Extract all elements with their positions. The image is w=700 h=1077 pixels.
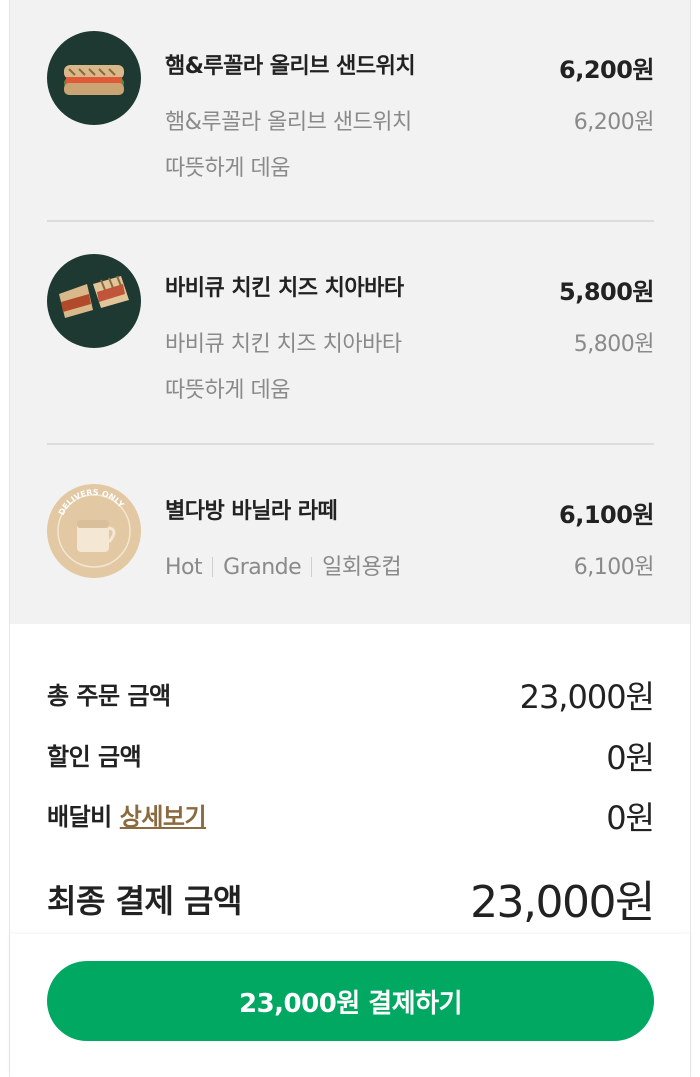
item-option-price: 6,100원 — [573, 555, 655, 580]
delivery-fee-label: 배달비 상세보기 — [47, 803, 207, 831]
total-order-value: 23,000원 — [519, 678, 655, 716]
item-option: 햄&루꼴라 올리브 샌드위치 — [165, 110, 412, 135]
item-name: 바비큐 치킨 치즈 치아바타 — [165, 276, 404, 301]
option-separator — [212, 557, 214, 577]
item-warming-option: 따뜻하게 데움 — [165, 156, 290, 181]
pay-button[interactable]: 23,000원 결제하기 — [47, 961, 654, 1041]
item-option-price: 5,800원 — [573, 332, 655, 357]
item-options: Hot Grande 일회용컵 — [165, 549, 402, 581]
item-name: 별다방 바닐라 라떼 — [165, 499, 338, 524]
option-separator — [311, 557, 313, 577]
discount-row: 할인 금액 0원 — [47, 737, 655, 777]
total-order-row: 총 주문 금액 23,000원 — [47, 676, 655, 716]
payment-summary: 총 주문 금액 23,000원 할인 금액 0원 배달비 상세보기 0원 최종 결… — [10, 624, 690, 934]
item-warming-option: 따뜻하게 데움 — [165, 378, 290, 403]
latte-thumbnail: DELIVERS ONLY — [47, 484, 141, 578]
discount-value: 0원 — [606, 739, 655, 777]
final-payment-value: 23,000원 — [470, 877, 655, 928]
badge-text: DELIVERS ONLY — [57, 488, 126, 517]
discount-label: 할인 금액 — [47, 743, 142, 771]
list-item[interactable]: 바비큐 치킨 치즈 치아바타 5,800원 바비큐 치킨 치즈 치아바타 5,8… — [10, 222, 690, 444]
list-item[interactable]: 햄&루꼴라 올리브 샌드위치 6,200원 햄&루꼴라 올리브 샌드위치 6,2… — [10, 0, 690, 222]
item-price: 5,800원 — [559, 278, 655, 306]
option-cup: 일회용컵 — [322, 555, 402, 580]
delivery-detail-link[interactable]: 상세보기 — [120, 803, 207, 831]
final-payment-row: 최종 결제 금액 23,000원 — [47, 876, 655, 928]
item-price: 6,100원 — [559, 501, 655, 529]
order-screen: 햄&루꼴라 올리브 샌드위치 6,200원 햄&루꼴라 올리브 샌드위치 6,2… — [9, 0, 691, 1077]
sandwich-thumbnail — [47, 31, 141, 125]
option-size: Grande — [223, 555, 302, 580]
final-payment-label: 최종 결제 금액 — [47, 882, 242, 920]
delivery-fee-value: 0원 — [606, 799, 655, 837]
order-items-list: 햄&루꼴라 올리브 샌드위치 6,200원 햄&루꼴라 올리브 샌드위치 6,2… — [10, 0, 690, 624]
item-name: 햄&루꼴라 올리브 샌드위치 — [165, 54, 416, 79]
item-option-price: 6,200원 — [573, 110, 655, 135]
option-temperature: Hot — [165, 555, 203, 580]
item-option: 바비큐 치킨 치즈 치아바타 — [165, 332, 402, 357]
delivery-fee-row: 배달비 상세보기 0원 — [47, 797, 655, 837]
bottom-bar: 23,000원 결제하기 — [10, 934, 690, 1077]
item-price: 6,200원 — [559, 56, 655, 84]
total-order-label: 총 주문 금액 — [47, 682, 171, 710]
ciabatta-thumbnail — [47, 254, 141, 348]
